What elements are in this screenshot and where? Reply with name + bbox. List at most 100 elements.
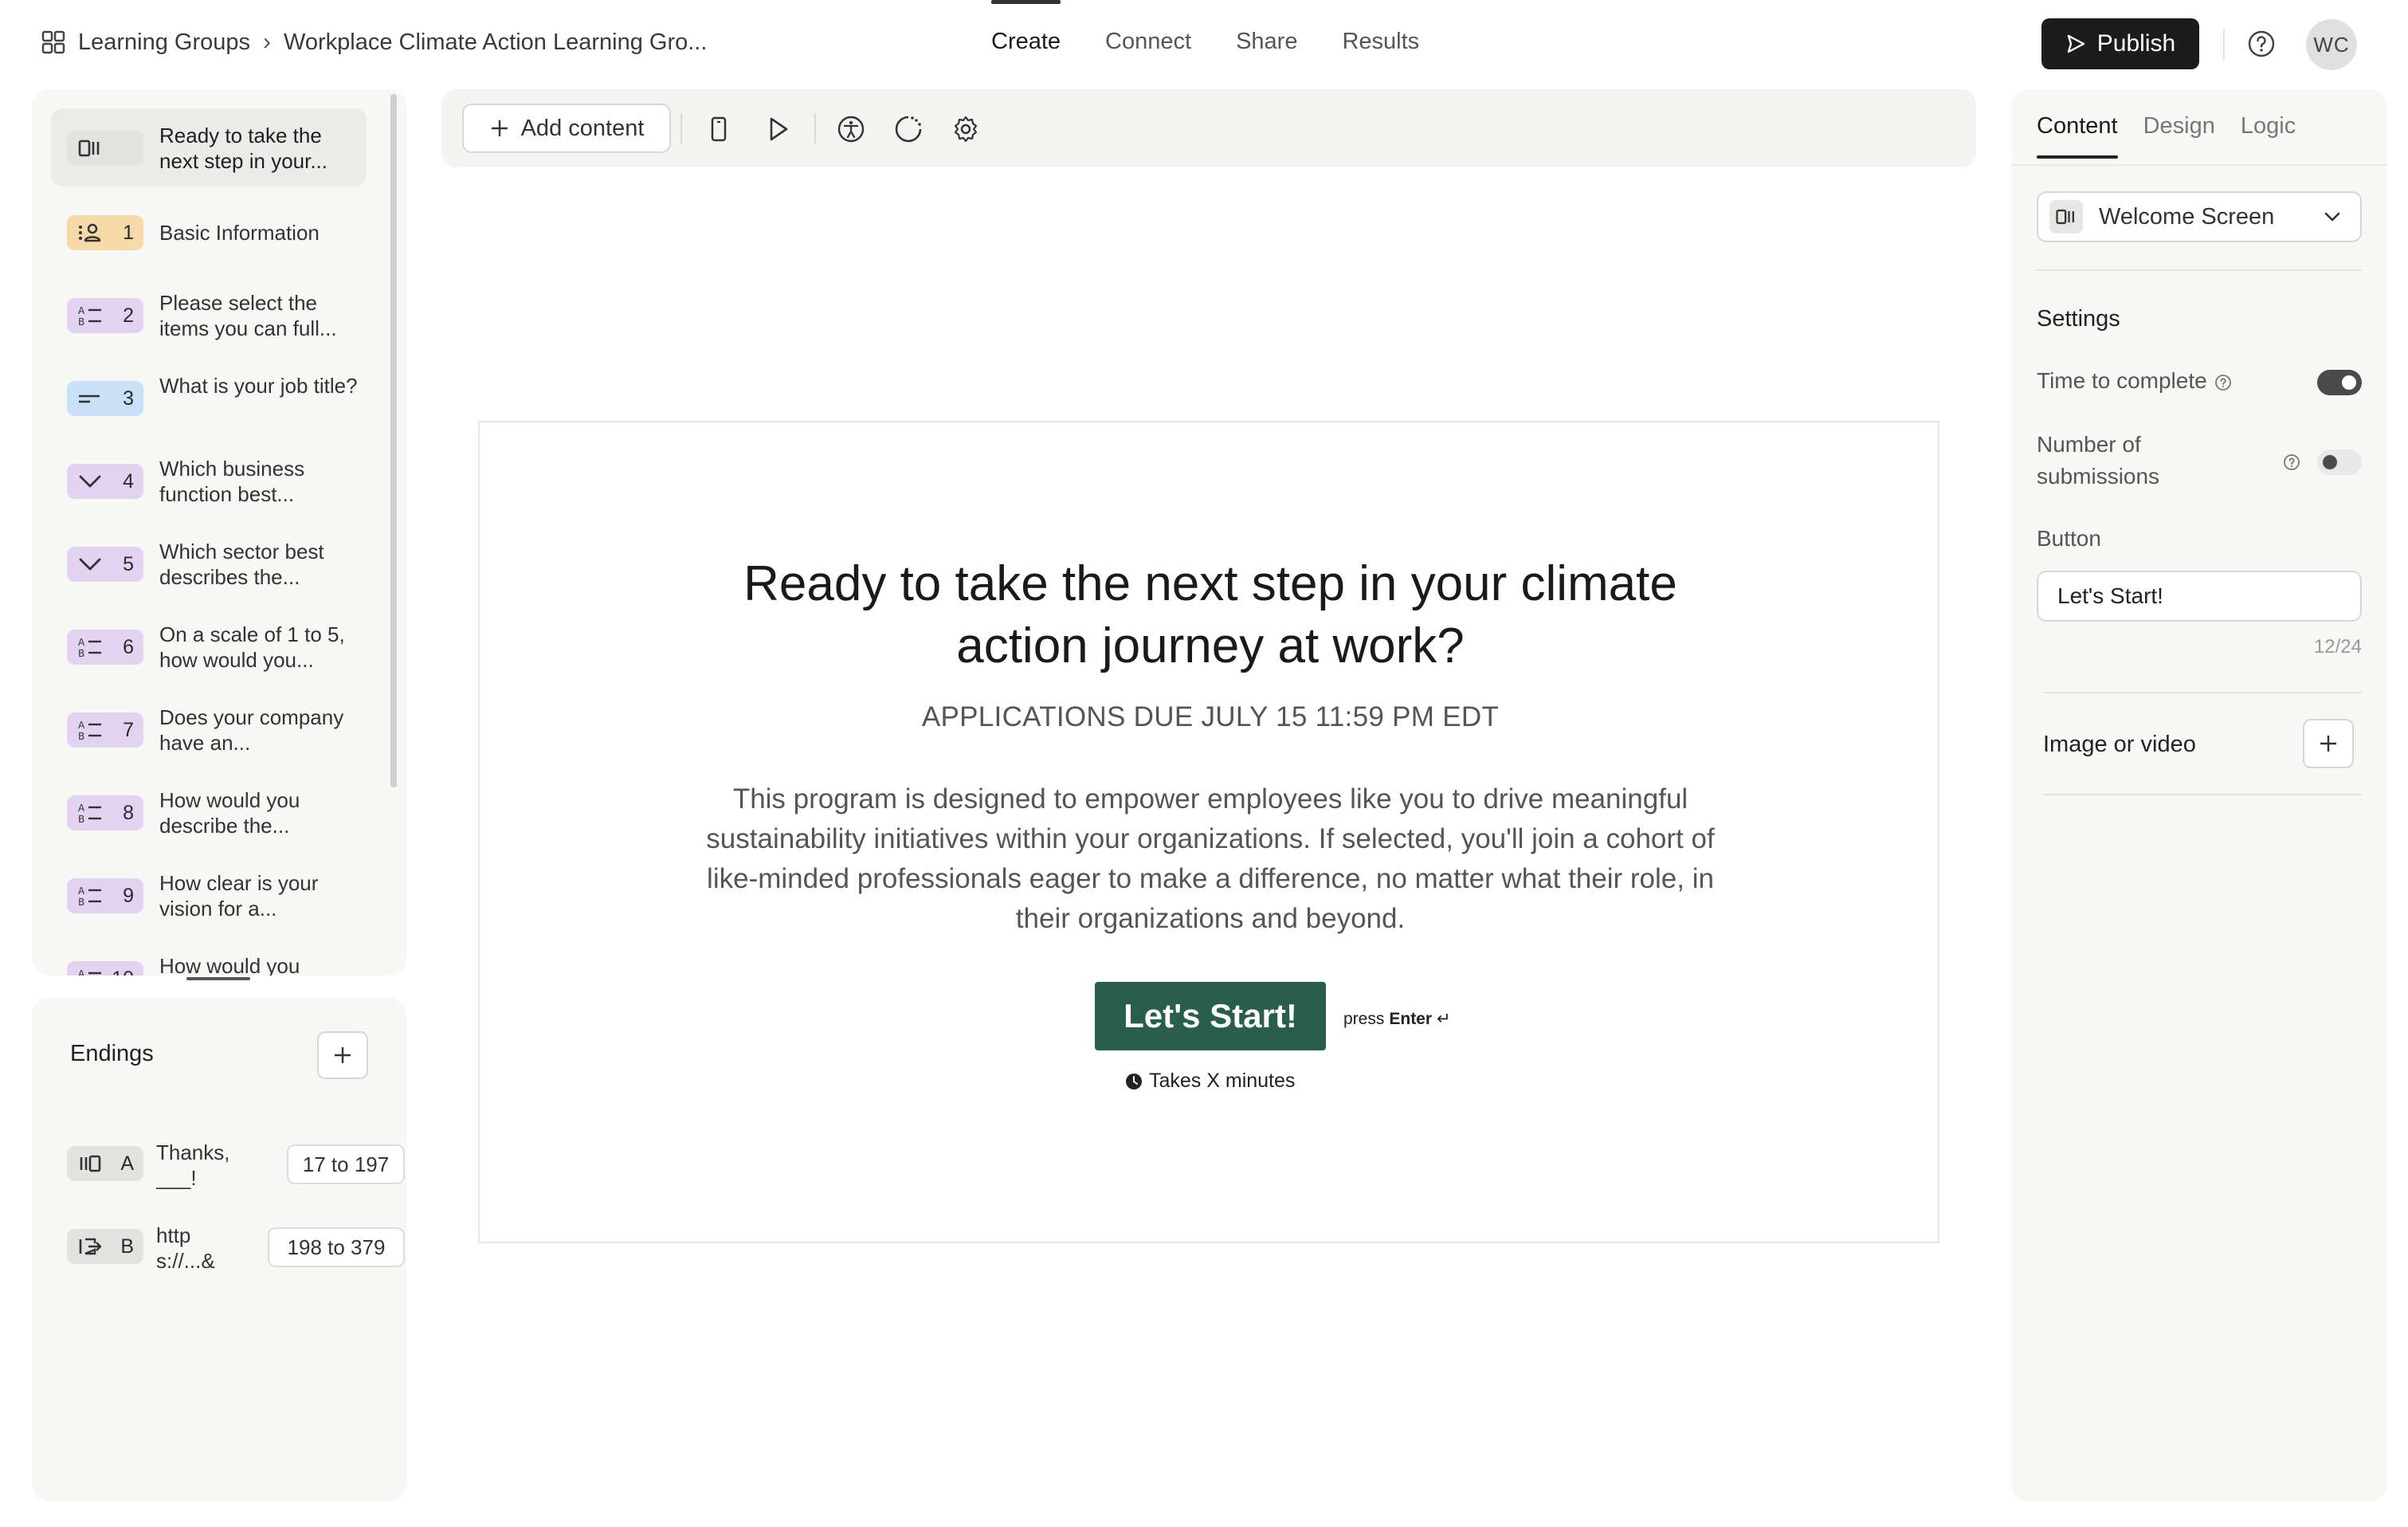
play-icon[interactable] xyxy=(763,115,792,143)
question-item-1[interactable]: 1 Basic Information xyxy=(51,193,367,271)
mobile-preview-icon[interactable] xyxy=(704,115,733,143)
multiple-choice-icon: AB xyxy=(78,803,101,825)
question-number: 7 xyxy=(123,718,134,741)
settings-heading: Settings xyxy=(2037,306,2120,332)
clock-icon xyxy=(1126,1073,1142,1089)
help-icon[interactable] xyxy=(2245,28,2277,60)
tab-connect[interactable]: Connect xyxy=(1083,0,1214,88)
question-text: Does your company have an... xyxy=(159,705,344,755)
start-button[interactable]: Let's Start! xyxy=(1095,982,1326,1050)
multiple-choice-icon: AB xyxy=(78,885,101,908)
tab-logic[interactable]: Logic xyxy=(2241,113,2296,159)
press-key: Enter xyxy=(1389,1009,1433,1028)
question-item-3[interactable]: 3 What is your job title? xyxy=(51,359,367,437)
question-item-10[interactable]: AB 10 How would you xyxy=(51,939,367,975)
question-number: 5 xyxy=(123,552,134,575)
number-of-submissions-label: Number of submissions xyxy=(2037,432,2160,489)
svg-text:B: B xyxy=(78,731,84,742)
question-mark-icon[interactable] xyxy=(2282,453,2301,472)
endings-title: Endings xyxy=(70,1041,154,1066)
tab-content[interactable]: Content xyxy=(2037,113,2118,159)
breadcrumb-root-link[interactable]: Learning Groups xyxy=(78,29,250,56)
question-item-8[interactable]: AB 8 How would you describe the... xyxy=(51,773,367,851)
question-badge: AB 8 xyxy=(67,795,143,830)
questions-scrollbar[interactable] xyxy=(390,94,397,787)
question-item-5[interactable]: 5 Which sector best describes the... xyxy=(51,524,367,603)
image-or-video-label: Image or video xyxy=(2043,732,2196,757)
tab-design[interactable]: Design xyxy=(2143,113,2215,159)
button-text-input[interactable]: Let's Start! xyxy=(2037,571,2362,622)
question-number: 8 xyxy=(123,801,134,824)
question-text: What is your job title? xyxy=(159,374,358,398)
number-of-submissions-toggle[interactable] xyxy=(2317,449,2362,475)
publish-button[interactable]: Publish xyxy=(2041,18,2199,69)
tabs-divider xyxy=(2011,164,2387,166)
press-prefix: press xyxy=(1343,1009,1385,1028)
multiple-choice-icon: AB xyxy=(78,305,101,328)
time-to-complete-hint: Takes X minutes xyxy=(1125,1070,1295,1093)
workspace-grid-icon[interactable] xyxy=(41,30,65,54)
ending-item-a[interactable]: A Thanks, ___! 17 to 197 xyxy=(67,1132,405,1195)
user-avatar[interactable]: WC xyxy=(2306,19,2357,70)
contact-info-icon xyxy=(79,223,101,242)
breadcrumb-current[interactable]: Workplace Climate Action Learning Gro... xyxy=(284,29,707,56)
question-badge: 3 xyxy=(67,381,143,416)
question-text: How would you describe the... xyxy=(159,788,300,838)
tab-share[interactable]: Share xyxy=(1214,0,1320,88)
ending-range: 17 to 197 xyxy=(287,1144,405,1184)
question-item-9[interactable]: AB 9 How clear is your vision for a... xyxy=(51,856,367,934)
multiple-choice-icon: AB xyxy=(78,720,101,742)
svg-text:B: B xyxy=(78,316,84,328)
endings-panel: Endings A Thanks, ___! 17 to 197 B https… xyxy=(32,998,406,1501)
add-media-button[interactable] xyxy=(2303,719,2354,768)
question-badge: 4 xyxy=(67,464,143,499)
question-item-2[interactable]: AB 2 Please select the items you can ful… xyxy=(51,276,367,354)
form-builder-app: Learning Groups › Workplace Climate Acti… xyxy=(0,0,2408,1527)
time-to-complete-label: Time to complete xyxy=(2037,365,2233,397)
svg-text:B: B xyxy=(78,814,84,825)
question-item-7[interactable]: AB 7 Does your company have an... xyxy=(51,690,367,768)
welcome-headline[interactable]: Ready to take the next step in your clim… xyxy=(682,553,1739,677)
add-content-button[interactable]: Add content xyxy=(462,104,671,153)
block-type-select[interactable]: Welcome Screen xyxy=(2037,191,2362,242)
tab-create[interactable]: Create xyxy=(969,0,1083,88)
question-text: Which business function best... xyxy=(159,457,305,506)
tab-results[interactable]: Results xyxy=(1320,0,1441,88)
question-item-4[interactable]: 4 Which business function best... xyxy=(51,442,367,520)
svg-text:A: A xyxy=(78,720,85,731)
publish-label: Publish xyxy=(2096,30,2176,57)
header-divider xyxy=(2223,29,2225,61)
question-mark-icon[interactable] xyxy=(2214,373,2233,392)
question-number: 1 xyxy=(123,221,134,244)
ending-letter: B xyxy=(120,1235,134,1258)
block-type-value: Welcome Screen xyxy=(2099,203,2275,230)
main-nav: Create Connect Share Results xyxy=(969,0,1441,88)
welcome-description[interactable]: This program is designed to empower empl… xyxy=(690,779,1731,939)
loading-icon[interactable] xyxy=(894,115,923,143)
question-text: Ready to take the next step in your... xyxy=(159,124,328,173)
ending-range: 198 to 379 xyxy=(268,1227,405,1267)
welcome-subheading[interactable]: APPLICATIONS DUE JULY 15 11:59 PM EDT xyxy=(682,701,1739,733)
question-number: 10 xyxy=(112,968,134,976)
toolbar-divider xyxy=(814,113,816,143)
breadcrumb-separator: › xyxy=(263,29,272,55)
accessibility-icon[interactable] xyxy=(837,115,865,143)
section-divider xyxy=(2037,269,2362,271)
add-ending-button[interactable] xyxy=(317,1031,368,1079)
ending-letter: A xyxy=(120,1152,134,1175)
svg-text:A: A xyxy=(78,968,85,975)
add-content-label: Add content xyxy=(520,115,645,141)
question-item-6[interactable]: AB 6 On a scale of 1 to 5, how would you… xyxy=(51,607,367,685)
question-badge: AB 7 xyxy=(67,712,143,748)
time-to-complete-toggle[interactable] xyxy=(2317,370,2362,395)
question-text: How clear is your vision for a... xyxy=(159,871,319,921)
question-number: 3 xyxy=(123,387,134,410)
button-section-label: Button xyxy=(2037,526,2101,551)
question-item-welcome[interactable]: Ready to take the next step in your... xyxy=(51,108,367,186)
time-hint-text: Takes X minutes xyxy=(1149,1070,1296,1092)
settings-icon[interactable] xyxy=(951,115,980,143)
welcome-screen-preview[interactable]: Ready to take the next step in your clim… xyxy=(478,421,1939,1243)
ending-item-b[interactable]: B https://...&utm_ 198 to 379 xyxy=(67,1215,405,1278)
enter-key-icon: ↵ xyxy=(1437,1010,1451,1028)
breadcrumb: Learning Groups › Workplace Climate Acti… xyxy=(41,29,707,56)
